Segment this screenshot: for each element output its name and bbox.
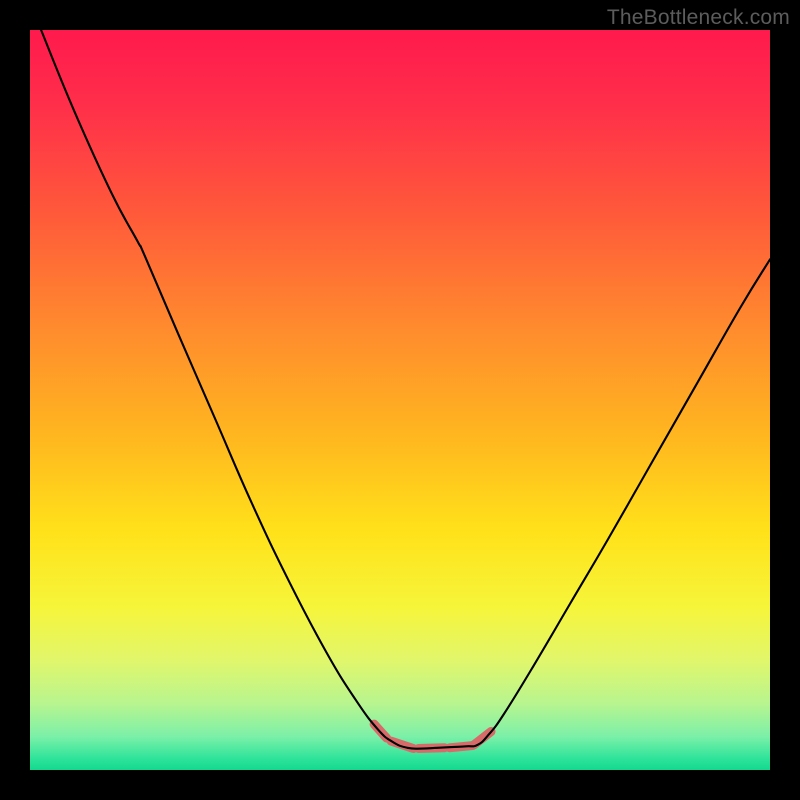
gradient-background xyxy=(30,30,770,770)
plot-area xyxy=(30,30,770,770)
watermark-text: TheBottleneck.com xyxy=(607,6,790,30)
chart-svg xyxy=(30,30,770,770)
chart-frame: TheBottleneck.com xyxy=(0,0,800,800)
